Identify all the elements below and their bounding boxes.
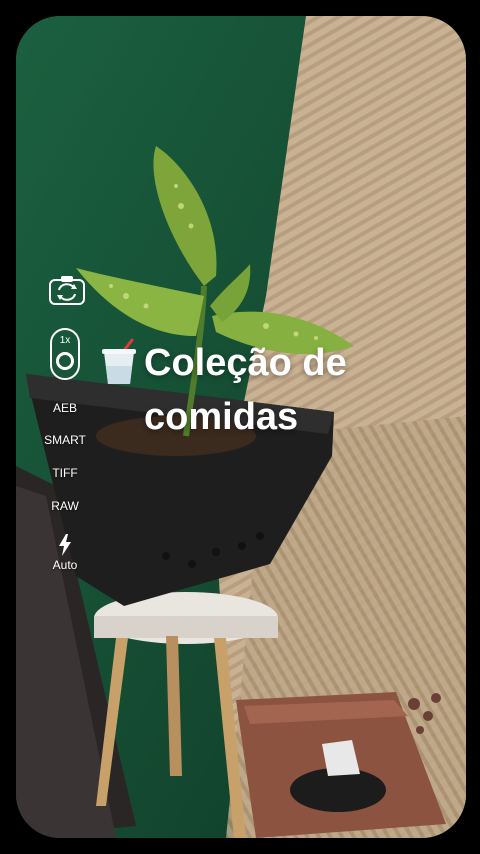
overlay-title: Coleção de comidas (144, 336, 444, 444)
flash-icon[interactable] (57, 533, 73, 557)
mode-tiff[interactable]: TIFF (29, 466, 101, 480)
lens-zoom-selector[interactable]: 1x (50, 328, 80, 380)
zoom-level: 1x (59, 335, 71, 346)
mode-raw[interactable]: RAW (29, 499, 101, 513)
camera-viewfinder[interactable]: 1x AEB SMART TIFF RAW Auto Coleção de co… (16, 16, 466, 838)
mode-smart[interactable]: SMART (29, 433, 101, 447)
flash-mode-label[interactable]: Auto (29, 558, 101, 572)
mode-aeb[interactable]: AEB (29, 401, 101, 415)
switch-camera-button[interactable] (48, 274, 88, 308)
lens-icon (56, 352, 74, 370)
overlay-title-line1: Coleção de (144, 342, 347, 384)
camera-switch-icon (49, 276, 85, 305)
overlay-title-line2: comidas (144, 396, 299, 438)
cup-emoji-icon (102, 338, 136, 384)
